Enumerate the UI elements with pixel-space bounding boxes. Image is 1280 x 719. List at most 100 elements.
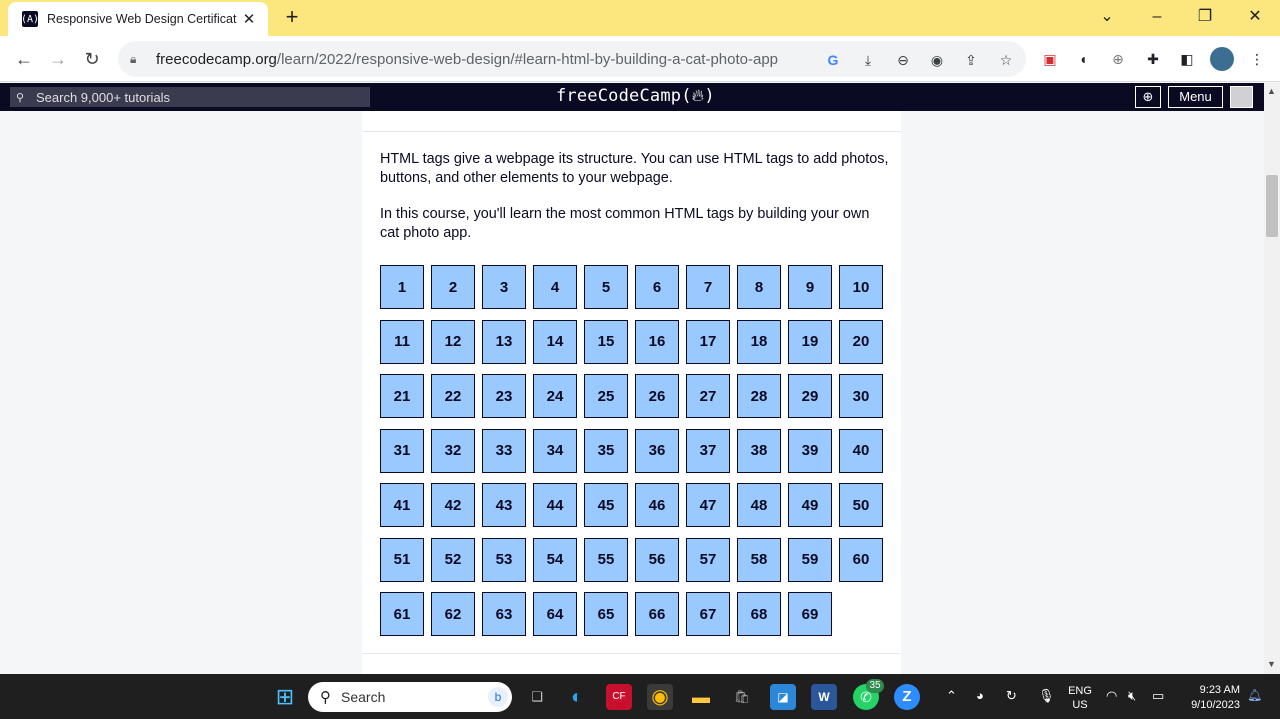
lock-icon[interactable]: 🔒︎ (130, 52, 146, 67)
step-button[interactable]: 60 (839, 537, 883, 582)
step-button[interactable]: 38 (737, 428, 781, 473)
chrome-icon[interactable]: ◉ (647, 684, 673, 710)
new-tab-button[interactable]: + (280, 5, 304, 29)
windows-start-icon[interactable]: ⊞ (272, 684, 298, 710)
taskbar-search[interactable]: ⚲ Search b (308, 682, 512, 712)
microphone-icon[interactable]: 🎙︎ (1038, 688, 1055, 704)
clock[interactable]: 9:23 AM 9/10/2023 (1180, 683, 1240, 713)
step-button[interactable]: 45 (584, 483, 628, 527)
extension-globe-icon[interactable]: ⊕ (1107, 48, 1129, 70)
step-button[interactable]: 48 (737, 483, 781, 527)
step-button[interactable]: 33 (482, 428, 526, 473)
notification-bell-icon[interactable]: 🔔︎ (1247, 688, 1262, 702)
battery-icon[interactable]: ▭ (1152, 688, 1164, 704)
step-button[interactable]: 69 (788, 592, 832, 636)
step-button[interactable]: 39 (788, 428, 832, 473)
step-button[interactable]: 9 (788, 265, 832, 309)
step-button[interactable]: 16 (635, 319, 679, 364)
fcc-search-input[interactable]: ⚲ Search 9,000+ tutorials (10, 87, 370, 107)
step-button[interactable]: 43 (482, 483, 526, 527)
step-button[interactable]: 42 (431, 483, 475, 527)
step-button[interactable]: 40 (839, 428, 883, 473)
step-button[interactable]: 13 (482, 319, 526, 364)
menu-button[interactable]: Menu (1168, 86, 1223, 108)
fcc-logo[interactable]: freeCodeCamp(🔥︎) (556, 86, 715, 106)
step-button[interactable]: 31 (380, 428, 424, 473)
step-button[interactable]: 25 (584, 374, 628, 418)
word-icon[interactable]: W (811, 684, 837, 710)
step-button[interactable]: 41 (380, 483, 424, 527)
step-button[interactable]: 37 (686, 428, 730, 473)
step-button[interactable]: 30 (839, 374, 883, 418)
step-button[interactable]: 8 (737, 265, 781, 309)
more-menu-icon[interactable]: ⋮ (1246, 48, 1268, 70)
step-button[interactable]: 22 (431, 374, 475, 418)
step-button[interactable]: 24 (533, 374, 577, 418)
step-button[interactable]: 63 (482, 592, 526, 636)
forward-icon[interactable]: → (46, 47, 70, 71)
step-button[interactable]: 47 (686, 483, 730, 527)
step-button[interactable]: 57 (686, 537, 730, 582)
scroll-up-arrow-icon[interactable]: ▲ (1267, 86, 1276, 96)
step-button[interactable]: 10 (839, 265, 883, 309)
step-button[interactable]: 67 (686, 592, 730, 636)
url-text[interactable]: freecodecamp.org/learn/2022/responsive-w… (156, 51, 778, 68)
extensions-puzzle-icon[interactable]: ✚ (1142, 48, 1164, 70)
user-avatar[interactable] (1230, 86, 1253, 108)
step-button[interactable]: 35 (584, 428, 628, 473)
step-button[interactable]: 19 (788, 319, 832, 364)
step-button[interactable]: 27 (686, 374, 730, 418)
step-button[interactable]: 26 (635, 374, 679, 418)
step-button[interactable]: 44 (533, 483, 577, 527)
restore-icon[interactable]: ❐ (1190, 4, 1220, 30)
step-button[interactable]: 29 (788, 374, 832, 418)
zoom-app-icon[interactable]: Z (894, 684, 920, 710)
step-button[interactable]: 20 (839, 319, 883, 364)
language-globe-icon[interactable]: ⊕ (1135, 86, 1161, 108)
tab-close-icon[interactable]: ✕ (240, 10, 258, 28)
browser-tab[interactable]: (A) Responsive Web Design Certification … (8, 2, 268, 36)
step-button[interactable]: 2 (431, 265, 475, 309)
step-button[interactable]: 53 (482, 537, 526, 582)
tray-app-icon[interactable]: ◕ (976, 688, 984, 703)
step-button[interactable]: 1 (380, 265, 424, 309)
scroll-thumb[interactable] (1266, 175, 1278, 237)
google-icon[interactable]: G (823, 50, 843, 70)
step-button[interactable]: 51 (380, 537, 424, 582)
step-button[interactable]: 49 (788, 483, 832, 527)
step-button[interactable]: 52 (431, 537, 475, 582)
step-button[interactable]: 59 (788, 537, 832, 582)
step-button[interactable]: 14 (533, 319, 577, 364)
step-button[interactable]: 58 (737, 537, 781, 582)
close-window-icon[interactable]: ✕ (1240, 4, 1270, 30)
profile-avatar[interactable] (1210, 47, 1234, 71)
store-icon[interactable]: 🛍︎ (729, 684, 755, 710)
step-button[interactable]: 61 (380, 592, 424, 636)
step-button[interactable]: 12 (431, 319, 475, 364)
language-indicator[interactable]: ENG US (1068, 684, 1092, 712)
step-button[interactable]: 28 (737, 374, 781, 418)
step-button[interactable]: 3 (482, 265, 526, 309)
step-button[interactable]: 56 (635, 537, 679, 582)
scroll-down-arrow-icon[interactable]: ▼ (1267, 659, 1276, 669)
step-button[interactable]: 62 (431, 592, 475, 636)
step-button[interactable]: 23 (482, 374, 526, 418)
step-button[interactable]: 46 (635, 483, 679, 527)
step-button[interactable]: 18 (737, 319, 781, 364)
reload-icon[interactable]: ↻ (80, 47, 104, 71)
tray-sync-icon[interactable]: ↻ (1006, 688, 1017, 704)
back-icon[interactable]: ← (12, 47, 36, 71)
extension-mouse-icon[interactable]: ◖ (1072, 48, 1094, 70)
step-button[interactable]: 64 (533, 592, 577, 636)
edge-icon[interactable]: ◐ (564, 684, 590, 710)
bookmark-star-icon[interactable]: ☆ (996, 50, 1016, 70)
file-explorer-icon[interactable]: ▬ (688, 684, 714, 710)
task-view-icon[interactable]: ❏ (524, 684, 550, 710)
step-button[interactable]: 32 (431, 428, 475, 473)
app-red-icon[interactable]: CF (606, 684, 632, 710)
show-hidden-icons-chevron-icon[interactable]: ⌃ (946, 688, 957, 704)
step-button[interactable]: 4 (533, 265, 577, 309)
step-button[interactable]: 50 (839, 483, 883, 527)
bing-icon[interactable]: b (488, 687, 508, 707)
wifi-icon[interactable]: ◠ (1106, 688, 1117, 704)
